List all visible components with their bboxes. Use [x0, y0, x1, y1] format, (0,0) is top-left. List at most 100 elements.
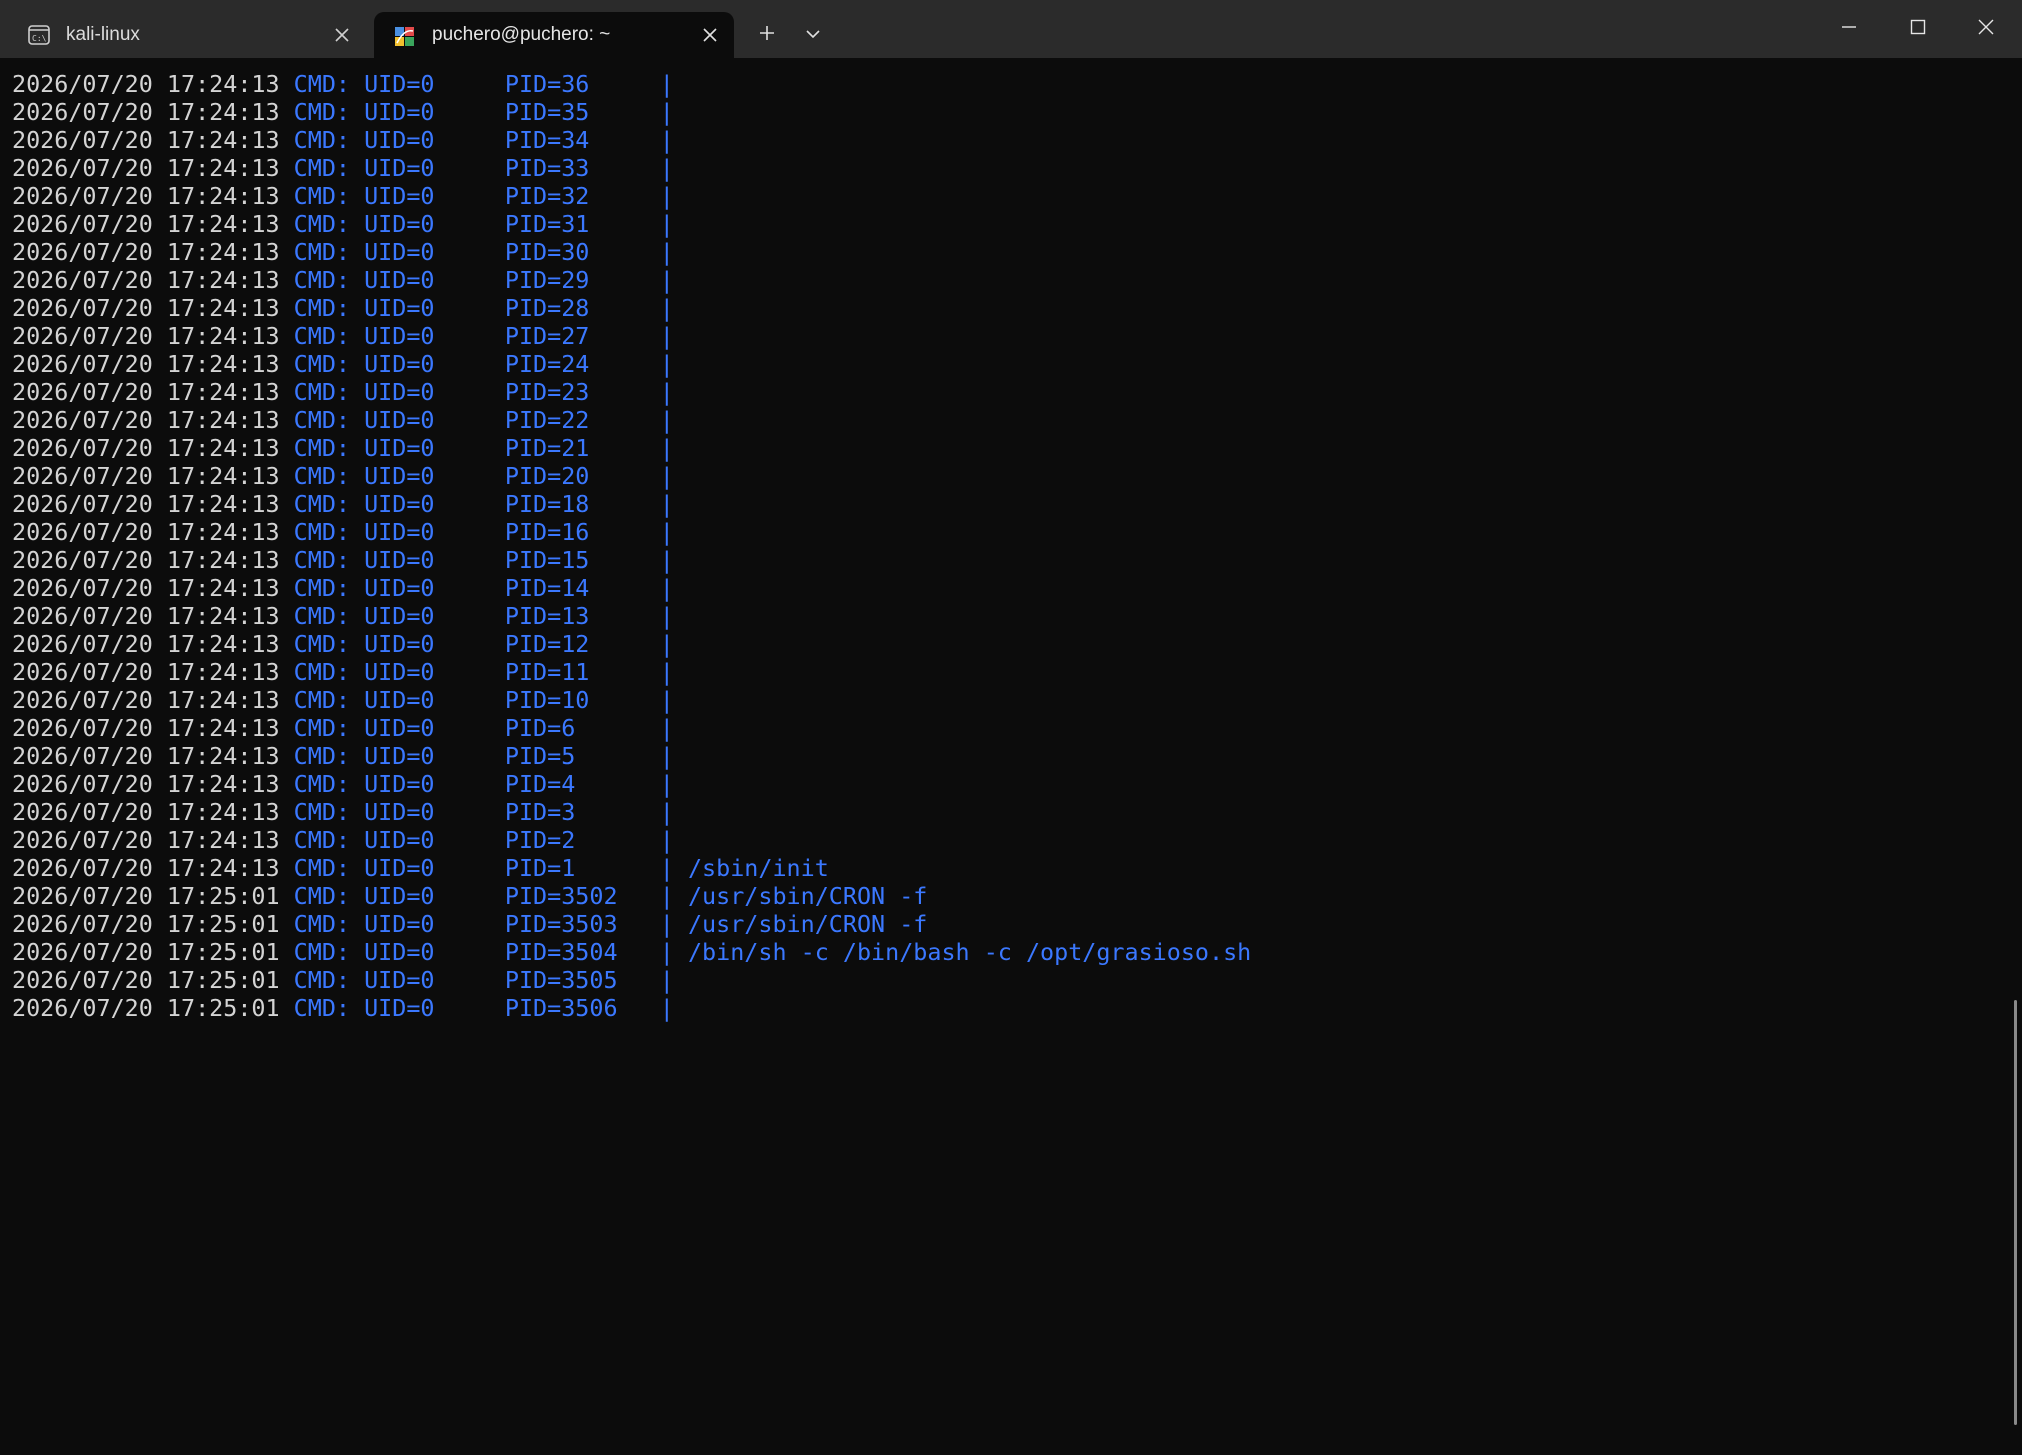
process-entry: CMD: UID=0 PID=32 | [279, 182, 688, 210]
terminal-line: 2026/07/20 17:24:13 CMD: UID=0 PID=20 | [12, 462, 1251, 490]
timestamp: 2026/07/20 17:24:13 [12, 630, 280, 658]
cmd-prompt-icon: C:\ [28, 25, 50, 45]
process-entry: CMD: UID=0 PID=10 | [279, 686, 688, 714]
timestamp: 2026/07/20 17:24:13 [12, 854, 280, 882]
process-entry: CMD: UID=0 PID=3504 | /bin/sh -c /bin/ba… [279, 938, 1252, 966]
chevron-down-icon [806, 26, 820, 44]
timestamp: 2026/07/20 17:25:01 [12, 882, 280, 910]
timestamp: 2026/07/20 17:24:13 [12, 98, 280, 126]
terminal-line: 2026/07/20 17:24:13 CMD: UID=0 PID=31 | [12, 210, 1251, 238]
process-entry: CMD: UID=0 PID=31 | [279, 210, 688, 238]
process-entry: CMD: UID=0 PID=20 | [279, 462, 688, 490]
terminal-line: 2026/07/20 17:25:01 CMD: UID=0 PID=3502 … [12, 882, 1251, 910]
terminal-line: 2026/07/20 17:24:13 CMD: UID=0 PID=33 | [12, 154, 1251, 182]
timestamp: 2026/07/20 17:24:13 [12, 714, 280, 742]
new-tab-button[interactable] [749, 18, 785, 52]
timestamp: 2026/07/20 17:24:13 [12, 770, 280, 798]
close-icon [1978, 19, 1994, 40]
terminal-line: 2026/07/20 17:24:13 CMD: UID=0 PID=30 | [12, 238, 1251, 266]
process-entry: CMD: UID=0 PID=3506 | [279, 994, 688, 1022]
timestamp: 2026/07/20 17:24:13 [12, 490, 280, 518]
timestamp: 2026/07/20 17:25:01 [12, 966, 280, 994]
process-entry: CMD: UID=0 PID=1 | /sbin/init [279, 854, 829, 882]
terminal-line: 2026/07/20 17:24:13 CMD: UID=0 PID=10 | [12, 686, 1251, 714]
timestamp: 2026/07/20 17:24:13 [12, 434, 280, 462]
svg-text:C:\: C:\ [32, 34, 47, 43]
process-entry: CMD: UID=0 PID=16 | [279, 518, 688, 546]
timestamp: 2026/07/20 17:24:13 [12, 602, 280, 630]
terminal-output[interactable]: 2026/07/20 17:24:13 CMD: UID=0 PID=36 | … [0, 58, 2008, 1455]
process-entry: CMD: UID=0 PID=33 | [279, 154, 688, 182]
tab-kali-linux[interactable]: C:\ kali-linux [8, 12, 366, 58]
timestamp: 2026/07/20 17:24:13 [12, 322, 280, 350]
terminal-line: 2026/07/20 17:24:13 CMD: UID=0 PID=4 | [12, 770, 1251, 798]
timestamp: 2026/07/20 17:25:01 [12, 910, 280, 938]
process-entry: CMD: UID=0 PID=23 | [279, 378, 688, 406]
timestamp: 2026/07/20 17:24:13 [12, 70, 280, 98]
process-entry: CMD: UID=0 PID=34 | [279, 126, 688, 154]
tab-label: kali-linux [66, 24, 140, 45]
close-window-button[interactable] [1952, 0, 2020, 58]
terminal-line: 2026/07/20 17:24:13 CMD: UID=0 PID=32 | [12, 182, 1251, 210]
timestamp: 2026/07/20 17:25:01 [12, 994, 280, 1022]
tab-label: puchero@puchero: ~ [432, 24, 611, 45]
terminal-line: 2026/07/20 17:25:01 CMD: UID=0 PID=3504 … [12, 938, 1251, 966]
terminal-line: 2026/07/20 17:25:01 CMD: UID=0 PID=3503 … [12, 910, 1251, 938]
process-entry: CMD: UID=0 PID=13 | [279, 602, 688, 630]
timestamp: 2026/07/20 17:24:13 [12, 546, 280, 574]
timestamp: 2026/07/20 17:24:13 [12, 574, 280, 602]
terminal-line: 2026/07/20 17:24:13 CMD: UID=0 PID=35 | [12, 98, 1251, 126]
terminal-line: 2026/07/20 17:24:13 CMD: UID=0 PID=21 | [12, 434, 1251, 462]
process-entry: CMD: UID=0 PID=14 | [279, 574, 688, 602]
timestamp: 2026/07/20 17:25:01 [12, 938, 280, 966]
process-entry: CMD: UID=0 PID=29 | [279, 266, 688, 294]
terminal-line: 2026/07/20 17:24:13 CMD: UID=0 PID=3 | [12, 798, 1251, 826]
terminal-line: 2026/07/20 17:24:13 CMD: UID=0 PID=29 | [12, 266, 1251, 294]
timestamp: 2026/07/20 17:24:13 [12, 798, 280, 826]
maximize-icon [1910, 19, 1926, 40]
timestamp: 2026/07/20 17:24:13 [12, 406, 280, 434]
minimize-button[interactable] [1815, 0, 1883, 58]
process-entry: CMD: UID=0 PID=15 | [279, 546, 688, 574]
timestamp: 2026/07/20 17:24:13 [12, 126, 280, 154]
timestamp: 2026/07/20 17:24:13 [12, 686, 280, 714]
process-entry: CMD: UID=0 PID=21 | [279, 434, 688, 462]
close-tab-icon[interactable] [698, 23, 722, 47]
close-tab-icon[interactable] [330, 23, 354, 47]
title-bar: C:\ kali-linux puchero@puchero: ~ [0, 0, 2022, 58]
terminal-line: 2026/07/20 17:25:01 CMD: UID=0 PID=3506 … [12, 994, 1251, 1022]
timestamp: 2026/07/20 17:24:13 [12, 462, 280, 490]
process-entry: CMD: UID=0 PID=3 | [279, 798, 688, 826]
process-entry: CMD: UID=0 PID=6 | [279, 714, 688, 742]
terminal-line: 2026/07/20 17:24:13 CMD: UID=0 PID=28 | [12, 294, 1251, 322]
terminal-line: 2026/07/20 17:24:13 CMD: UID=0 PID=22 | [12, 406, 1251, 434]
terminal-line: 2026/07/20 17:24:13 CMD: UID=0 PID=12 | [12, 630, 1251, 658]
timestamp: 2026/07/20 17:24:13 [12, 294, 280, 322]
terminal-line: 2026/07/20 17:24:13 CMD: UID=0 PID=24 | [12, 350, 1251, 378]
terminal-line: 2026/07/20 17:24:13 CMD: UID=0 PID=13 | [12, 602, 1251, 630]
tab-dropdown-button[interactable] [795, 18, 831, 52]
process-entry: CMD: UID=0 PID=5 | [279, 742, 688, 770]
scrollbar[interactable] [2008, 58, 2022, 1455]
process-entry: CMD: UID=0 PID=18 | [279, 490, 688, 518]
terminal-line: 2026/07/20 17:24:13 CMD: UID=0 PID=16 | [12, 518, 1251, 546]
terminal-line: 2026/07/20 17:24:13 CMD: UID=0 PID=15 | [12, 546, 1251, 574]
scrollbar-thumb[interactable] [2014, 1000, 2017, 1425]
timestamp: 2026/07/20 17:24:13 [12, 154, 280, 182]
process-entry: CMD: UID=0 PID=30 | [279, 238, 688, 266]
terminal-line: 2026/07/20 17:24:13 CMD: UID=0 PID=23 | [12, 378, 1251, 406]
timestamp: 2026/07/20 17:24:13 [12, 266, 280, 294]
maximize-button[interactable] [1884, 0, 1952, 58]
timestamp: 2026/07/20 17:24:13 [12, 210, 280, 238]
plus-icon [759, 25, 775, 46]
minimize-icon [1841, 19, 1857, 40]
terminal-line: 2026/07/20 17:24:13 CMD: UID=0 PID=2 | [12, 826, 1251, 854]
tab-puchero[interactable]: puchero@puchero: ~ [374, 12, 734, 58]
process-entry: CMD: UID=0 PID=3502 | /usr/sbin/CRON -f [279, 882, 928, 910]
process-entry: CMD: UID=0 PID=12 | [279, 630, 688, 658]
timestamp: 2026/07/20 17:24:13 [12, 182, 280, 210]
timestamp: 2026/07/20 17:24:13 [12, 658, 280, 686]
timestamp: 2026/07/20 17:24:13 [12, 378, 280, 406]
terminal-line: 2026/07/20 17:24:13 CMD: UID=0 PID=5 | [12, 742, 1251, 770]
timestamp: 2026/07/20 17:24:13 [12, 742, 280, 770]
